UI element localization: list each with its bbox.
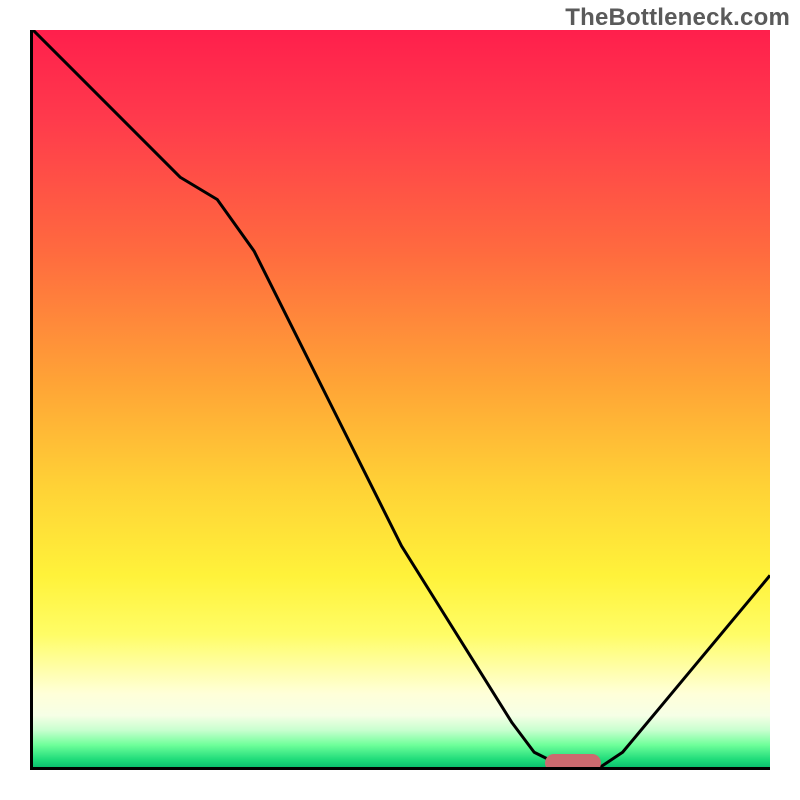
plot-area: [30, 30, 770, 770]
bottleneck-chart: TheBottleneck.com: [0, 0, 800, 800]
attribution-label: TheBottleneck.com: [565, 4, 790, 32]
bottleneck-curve: [33, 30, 770, 767]
optimal-point-marker: [545, 754, 601, 770]
